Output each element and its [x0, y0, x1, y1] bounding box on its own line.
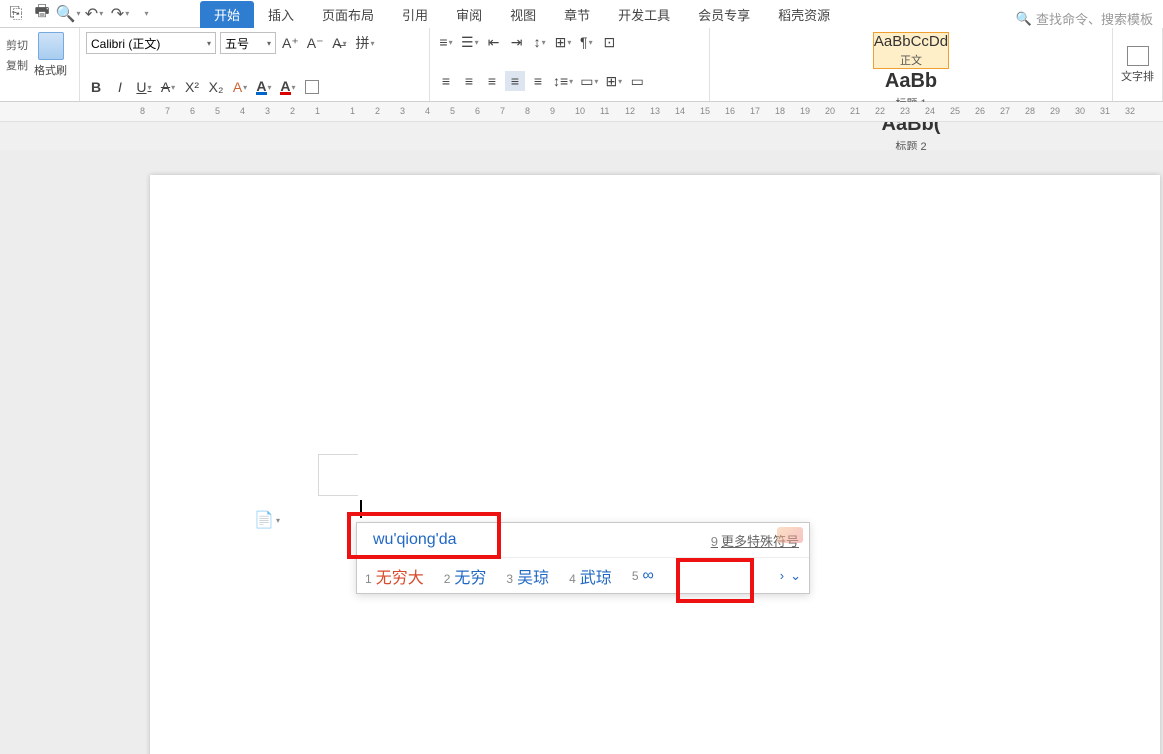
sort-button[interactable]: ↕ [530, 32, 550, 52]
tab-resources[interactable]: 稻壳资源 [764, 1, 844, 28]
style-preview: AaBb [885, 70, 937, 93]
tabs-button[interactable]: ⊞ [553, 32, 574, 52]
style-normal[interactable]: AaBbCcDd 正文 [873, 32, 949, 69]
ime-more-number: 9 [711, 534, 718, 549]
align-left-button[interactable]: ≡ [436, 71, 456, 91]
ime-logo-icon [777, 527, 803, 543]
align-dist-button[interactable]: ≡ [528, 71, 548, 91]
marks-button[interactable]: ¶ [576, 32, 596, 52]
font-name-value: Calibri (正文) [91, 35, 160, 52]
qat-overflow-icon[interactable]: ▾ [134, 3, 158, 25]
copy-button[interactable]: 复制 [6, 57, 28, 73]
outdent-button[interactable]: ⇤ [484, 32, 504, 52]
font-size-combo[interactable]: 五号 ▾ [220, 32, 276, 54]
qat-undo-icon[interactable]: ↶▾ [82, 3, 106, 25]
tab-section[interactable]: 章节 [550, 1, 604, 28]
bullets-button[interactable]: ≡ [436, 32, 456, 52]
linespacing-button[interactable]: ↕≡ [551, 71, 575, 91]
strike-button[interactable]: A [158, 77, 178, 97]
clear-format-button[interactable]: A̶ [329, 33, 349, 53]
document-area: 📄 wu'qiong'da 9更多特殊符号 1无穷大 2无穷 3吴琼 4武琼 5… [0, 150, 1163, 754]
numbering-button[interactable]: ☰ [459, 32, 481, 52]
font-color-button[interactable]: A [278, 77, 298, 97]
section-marker-icon[interactable]: 📄 [254, 510, 270, 528]
grow-font-button[interactable]: A⁺ [280, 33, 301, 53]
search-box[interactable]: 🔍 查找命令、搜索模板 [1006, 9, 1163, 28]
qat-redo-icon[interactable]: ↷▾ [108, 3, 132, 25]
ruler-row: 8765432112345678910111213141516171819202… [0, 102, 1163, 122]
group-font: Calibri (正文) ▾ 五号 ▾ A⁺ A⁻ A̶ 拼 B I U A X… [80, 28, 430, 101]
brush-icon [38, 32, 64, 60]
ime-candidates: 1无穷大 2无穷 3吴琼 4武琼 5∞ › ⌄ [357, 557, 809, 593]
page[interactable] [150, 175, 1160, 754]
ime-window: wu'qiong'da 9更多特殊符号 1无穷大 2无穷 3吴琼 4武琼 5∞ … [356, 522, 810, 594]
group-paragraph: ≡ ☰ ⇤ ⇥ ↕ ⊞ ¶ ⊡ ≡ ≡ ≡ ≡ ≡ ↕≡ ▭ ⊞ ▭ [430, 28, 710, 101]
ribbon: 剪切 复制 格式刷 Calibri (正文) ▾ 五号 ▾ A⁺ A⁻ A̶ 拼 [0, 28, 1163, 102]
align-right-button[interactable]: ≡ [482, 71, 502, 91]
ime-expand-icon[interactable]: ⌄ [790, 568, 801, 584]
font-name-combo[interactable]: Calibri (正文) ▾ [86, 32, 216, 54]
subscript-button[interactable]: X₂ [206, 77, 226, 97]
tab-pagelayout[interactable]: 页面布局 [308, 1, 388, 28]
ribbon-tabs: 开始 插入 页面布局 引用 审阅 视图 章节 开发工具 会员专享 稻壳资源 🔍 … [200, 0, 1163, 28]
group-clipboard: 剪切 复制 格式刷 [0, 28, 80, 101]
ime-next-icon[interactable]: › [780, 568, 784, 584]
shading-button[interactable]: ▭ [578, 71, 600, 91]
search-icon: 🔍 [1016, 11, 1032, 27]
bold-button[interactable]: B [86, 77, 106, 97]
highlight-button[interactable]: A [254, 77, 274, 97]
tab-reference[interactable]: 引用 [388, 1, 442, 28]
tab-review[interactable]: 审阅 [442, 1, 496, 28]
style-label: 正文 [900, 52, 922, 68]
shrink-font-button[interactable]: A⁻ [305, 33, 326, 53]
horizontal-ruler[interactable]: 8765432112345678910111213141516171819202… [140, 102, 1163, 122]
ime-candidate-1[interactable]: 1无穷大 [365, 564, 424, 588]
text-direction-icon [1127, 46, 1149, 66]
phonetic-button[interactable]: 拼 [353, 33, 376, 53]
qat-save-icon[interactable]: ⎘ [4, 3, 28, 25]
char-shading-button[interactable] [302, 77, 322, 97]
ime-candidate-4[interactable]: 4武琼 [569, 564, 612, 588]
showpara-button[interactable]: ⊡ [599, 32, 619, 52]
format-painter-button[interactable]: 格式刷 [34, 32, 67, 78]
chevron-down-icon: ▾ [207, 39, 211, 48]
ime-nav: › ⌄ [780, 568, 801, 584]
group-styles: AaBbCcDd 正文 AaBb 标题 1 AaBb( 标题 2 AaBbC 标… [710, 28, 1113, 101]
tab-view[interactable]: 视图 [496, 1, 550, 28]
ime-input-string: wu'qiong'da [367, 529, 463, 551]
format-painter-label: 格式刷 [34, 62, 67, 78]
tab-member[interactable]: 会员专享 [684, 1, 764, 28]
borders-button[interactable]: ⊞ [603, 71, 624, 91]
superscript-button[interactable]: X² [182, 77, 202, 97]
search-placeholder: 查找命令、搜索模板 [1036, 9, 1153, 28]
text-direction-button[interactable]: 文字排 [1113, 28, 1163, 101]
text-cursor [360, 500, 362, 518]
tab-devtools[interactable]: 开发工具 [604, 1, 684, 28]
qat-print-icon[interactable]: 🖶 [30, 3, 54, 25]
tab-start[interactable]: 开始 [200, 1, 254, 28]
text-effects-button[interactable]: A [230, 77, 250, 97]
indent-button[interactable]: ⇥ [507, 32, 527, 52]
tab-insert[interactable]: 插入 [254, 1, 308, 28]
align-justify-button[interactable]: ≡ [505, 71, 525, 91]
margin-guide [318, 454, 358, 496]
style-preview: AaBbCcDd [874, 33, 948, 50]
chevron-down-icon: ▾ [267, 39, 271, 48]
align-center-button[interactable]: ≡ [459, 71, 479, 91]
font-size-value: 五号 [225, 35, 249, 52]
ime-candidate-5[interactable]: 5∞ [632, 567, 654, 585]
italic-button[interactable]: I [110, 77, 130, 97]
underline-button[interactable]: U [134, 77, 154, 97]
ime-candidate-3[interactable]: 3吴琼 [506, 564, 549, 588]
qat-preview-icon[interactable]: 🔍▾ [56, 3, 80, 25]
select-button[interactable]: ▭ [627, 71, 647, 91]
text-direction-label: 文字排 [1121, 68, 1154, 84]
ime-candidate-2[interactable]: 2无穷 [444, 564, 487, 588]
cut-button[interactable]: 剪切 [6, 37, 28, 53]
